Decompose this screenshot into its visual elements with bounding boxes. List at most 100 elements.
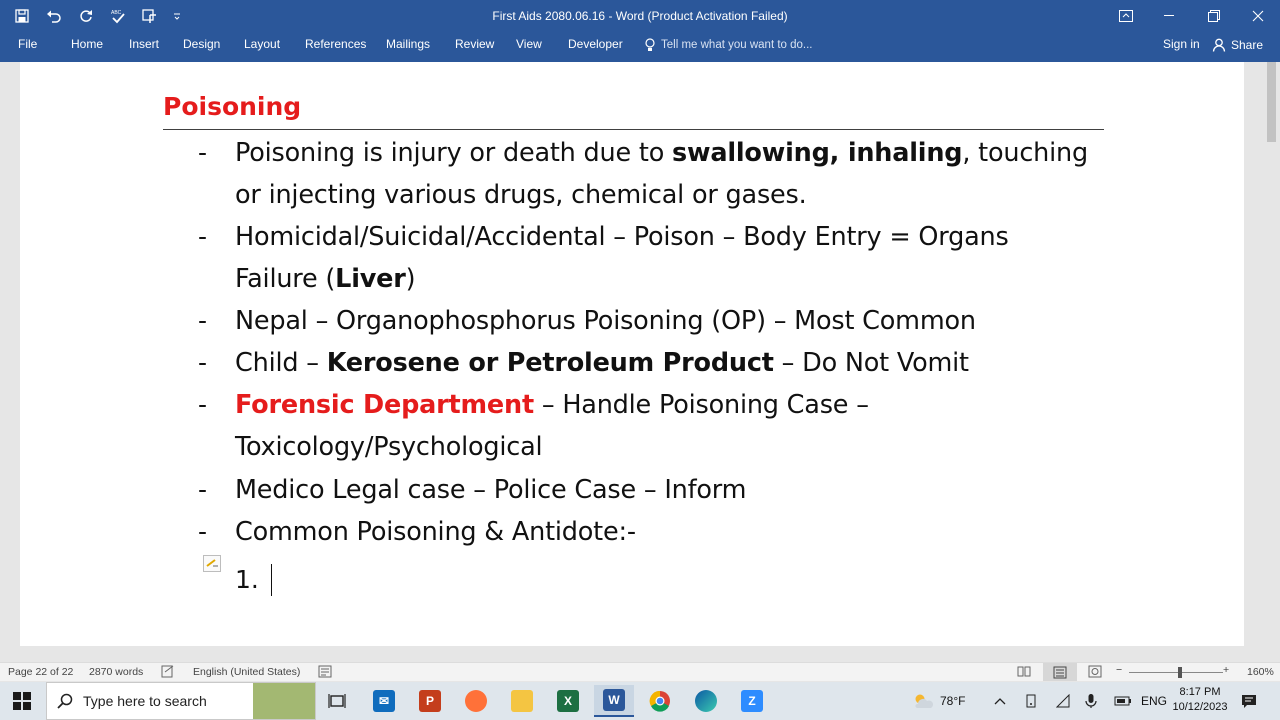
tab-file[interactable]: File [14, 32, 41, 58]
tab-insert[interactable]: Insert [125, 32, 163, 58]
bullet-item-types: Homicidal/Suicidal/Accidental – Poison –… [235, 222, 1009, 252]
excel-icon: X [557, 690, 579, 712]
svg-text:ABC: ABC [111, 10, 122, 16]
list-number: 1. [235, 565, 259, 594]
microphone-icon [1085, 694, 1097, 708]
language-indicator[interactable]: English (United States) [193, 666, 300, 678]
search-icon [57, 693, 73, 709]
tab-layout[interactable]: Layout [240, 32, 284, 58]
word-count[interactable]: 2870 words [89, 666, 143, 678]
wifi-icon [1056, 694, 1070, 708]
task-view-icon [328, 694, 346, 708]
input-language[interactable]: ENG [1141, 682, 1167, 720]
heading-underline [163, 129, 1104, 130]
sign-in-link[interactable]: Sign in [1163, 32, 1200, 58]
taskbar-mail[interactable]: ✉ [364, 685, 404, 717]
zoom-level[interactable]: 160% [1247, 666, 1274, 678]
bullet-dash: - [198, 306, 208, 335]
chrome-icon [649, 690, 670, 712]
taskbar-edge[interactable] [686, 685, 726, 717]
share-button[interactable]: Share [1212, 32, 1263, 58]
ribbon-display-options-icon[interactable] [1104, 0, 1148, 32]
zoom-slider-thumb[interactable] [1178, 667, 1182, 678]
share-label: Share [1231, 38, 1264, 52]
minimize-icon[interactable] [1148, 0, 1192, 32]
customize-qat-icon[interactable] [170, 4, 184, 28]
scrollbar-thumb[interactable] [1267, 62, 1276, 142]
autocorrect-options-icon[interactable] [203, 555, 221, 572]
web-layout-icon[interactable] [1088, 665, 1102, 681]
taskbar-clock[interactable]: 8:17 PM 10/12/2023 [1168, 685, 1232, 715]
taskbar-search-box[interactable]: Type here to search [46, 682, 316, 720]
bullet-item-types-cont: Failure (Liver) [235, 258, 1115, 300]
tell-me-box[interactable]: Tell me what you want to do... [645, 32, 813, 58]
task-view-button[interactable] [317, 685, 357, 717]
macro-record-icon[interactable] [318, 665, 332, 681]
title-bar: ABC First Aids 2080.06.16 - Word (Produc… [0, 0, 1280, 32]
zoom-app-icon: Z [741, 690, 763, 712]
tray-microphone[interactable] [1085, 682, 1097, 720]
chevron-up-icon [994, 698, 1006, 705]
start-button[interactable] [2, 685, 42, 717]
taskbar-word-active[interactable]: W [594, 685, 634, 717]
taskbar-file-explorer[interactable] [502, 685, 542, 717]
tab-design[interactable]: Design [179, 32, 224, 58]
notification-icon [1242, 694, 1256, 708]
undo-icon[interactable] [42, 4, 66, 28]
page-count[interactable]: Page 22 of 22 [8, 666, 73, 678]
weather-sun-icon [915, 694, 934, 708]
document-page[interactable]: Poisoning - Poisoning is injury or death… [20, 62, 1244, 646]
bullet-item-definition: Poisoning is injury or death due to swal… [235, 132, 1115, 174]
tab-references[interactable]: References [301, 32, 370, 58]
weather-widget[interactable]: 78°F [912, 682, 965, 720]
vertical-scrollbar[interactable] [1263, 62, 1280, 662]
show-hidden-icons-button[interactable] [994, 682, 1006, 720]
tray-network[interactable] [1056, 682, 1070, 720]
tab-mailings[interactable]: Mailings [382, 32, 434, 58]
clock-date: 10/12/2023 [1172, 701, 1228, 713]
text-run: , touching [962, 138, 1088, 168]
edge-icon [695, 690, 717, 712]
tab-home[interactable]: Home [67, 32, 107, 58]
touch-mode-icon[interactable] [138, 4, 162, 28]
weather-temp: 78°F [940, 694, 966, 708]
bullet-item-forensic-cont: Toxicology/Psychological [235, 432, 543, 462]
proofing-icon[interactable] [161, 665, 175, 681]
zoom-in-button[interactable]: + [1223, 664, 1229, 676]
taskbar-excel[interactable]: X [548, 685, 588, 717]
tab-developer[interactable]: Developer [564, 32, 627, 58]
tray-battery[interactable] [1114, 682, 1132, 720]
battery-icon [1114, 696, 1131, 706]
zoom-out-button[interactable]: − [1116, 664, 1122, 676]
tell-me-text: Tell me what you want to do... [661, 39, 813, 51]
save-icon[interactable] [10, 4, 34, 28]
windows-logo-icon [13, 692, 31, 710]
taskbar-firefox[interactable] [456, 685, 496, 717]
bullet-dash: - [198, 138, 208, 167]
bold-run: Liver [335, 264, 406, 294]
spelling-icon[interactable]: ABC [106, 4, 130, 28]
quick-access-toolbar: ABC [10, 0, 184, 32]
word-icon: W [603, 689, 625, 711]
tab-review[interactable]: Review [451, 32, 498, 58]
read-mode-icon[interactable] [1017, 665, 1031, 681]
text-run: Poisoning is injury or death due to [235, 138, 672, 168]
print-layout-icon[interactable] [1043, 663, 1077, 681]
zoom-slider[interactable] [1129, 672, 1223, 673]
taskbar-zoom[interactable]: Z [732, 685, 772, 717]
taskbar-chrome[interactable] [640, 685, 680, 717]
tab-view[interactable]: View [512, 32, 546, 58]
clock-time: 8:17 PM [1179, 686, 1221, 698]
notification-center-button[interactable] [1241, 682, 1257, 720]
bullet-item-forensic: Forensic Department – Handle Poisoning C… [235, 384, 1115, 426]
tray-onedrive[interactable] [1024, 682, 1038, 720]
bullet-dash: - [198, 475, 208, 504]
taskbar-powerpoint[interactable]: P [410, 685, 450, 717]
bullet-item-child: Child – Kerosene or Petroleum Product – … [235, 342, 1115, 384]
restore-icon[interactable] [1192, 0, 1236, 32]
status-bar: Page 22 of 22 2870 words English (United… [0, 662, 1280, 681]
close-icon[interactable] [1236, 0, 1280, 32]
powerpoint-icon: P [419, 690, 441, 712]
redo-icon[interactable] [74, 4, 98, 28]
bullet-item-medico-legal: Medico Legal case – Police Case – Inform [235, 475, 747, 505]
